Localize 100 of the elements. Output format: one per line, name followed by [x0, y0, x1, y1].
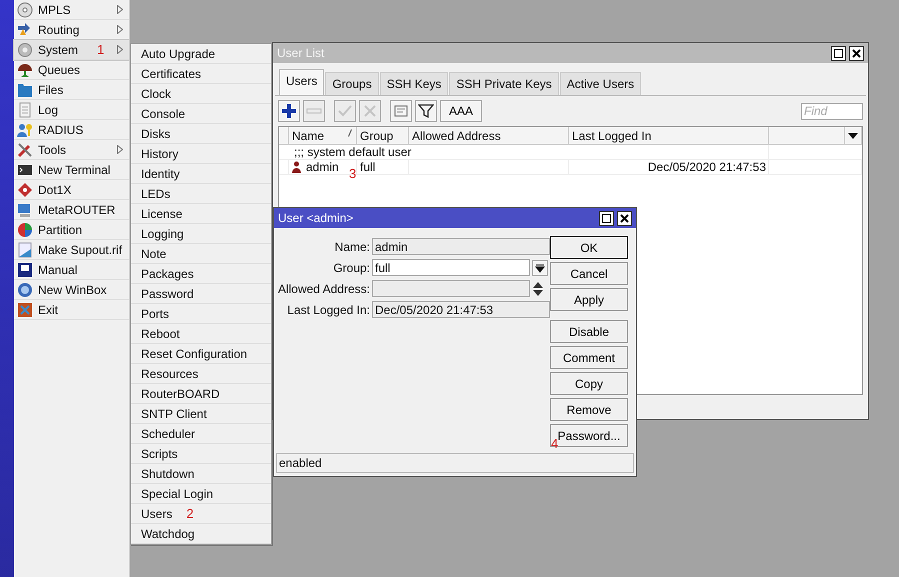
dropdown-button[interactable]: [532, 260, 548, 276]
tab[interactable]: SSH Keys: [380, 72, 448, 95]
menu-label: RADIUS: [38, 122, 84, 136]
user-icon: [292, 161, 301, 173]
field-label: Allowed Address:: [276, 280, 370, 297]
submenu-item[interactable]: Logging: [131, 224, 271, 244]
tab[interactable]: Active Users: [560, 72, 642, 95]
column-header[interactable]: Last Logged In: [569, 127, 769, 144]
submenu-item[interactable]: Watchdog: [131, 524, 271, 544]
submenu-item[interactable]: Reset Configuration: [131, 344, 271, 364]
submenu-item[interactable]: Special Login: [131, 484, 271, 504]
filter-button[interactable]: [415, 100, 437, 122]
menu-label: Manual: [38, 262, 78, 276]
dialog-button[interactable]: Copy: [550, 372, 628, 395]
submenu-item[interactable]: Console: [131, 104, 271, 124]
field-label: Group:: [332, 260, 370, 276]
submenu-item[interactable]: LEDs: [131, 184, 271, 204]
tab[interactable]: SSH Private Keys: [449, 72, 559, 95]
submenu-item[interactable]: Clock: [131, 84, 271, 104]
dialog-button[interactable]: Apply: [550, 288, 628, 311]
dialog-button[interactable]: Password... 4: [550, 424, 628, 447]
document-icon: [17, 102, 33, 118]
submenu-item[interactable]: Password: [131, 284, 271, 304]
dome-icon: [17, 62, 33, 78]
dialog-button[interactable]: Disable: [550, 320, 628, 343]
check-icon: [337, 103, 353, 119]
cross-icon: [362, 103, 378, 119]
dialog-button[interactable]: Cancel: [550, 262, 628, 285]
tools-icon: [17, 142, 33, 158]
folder-icon: [17, 82, 33, 98]
menu-label: New Terminal: [38, 162, 110, 176]
menu-item[interactable]: Dot1X: [14, 180, 129, 200]
menu-item[interactable]: Queues: [14, 60, 129, 80]
submenu-item[interactable]: Scripts: [131, 444, 271, 464]
menu-item[interactable]: Exit: [14, 300, 129, 320]
menu-item[interactable]: Log: [14, 100, 129, 120]
menu-item[interactable]: New WinBox: [14, 280, 129, 300]
submenu-item[interactable]: History: [131, 144, 271, 164]
submenu-item[interactable]: Ports: [131, 304, 271, 324]
exit-icon: [17, 302, 33, 318]
spinner-icon[interactable]: [532, 280, 544, 296]
menu-item[interactable]: RADIUS: [14, 120, 129, 140]
submenu-item[interactable]: Resources: [131, 364, 271, 384]
menu-item[interactable]: Files: [14, 80, 129, 100]
input-field[interactable]: [372, 280, 530, 297]
submenu-item[interactable]: Auto Upgrade: [131, 44, 271, 64]
search-field[interactable]: Find: [801, 102, 863, 120]
close-button[interactable]: [617, 210, 632, 226]
menu-label: Dot1X: [38, 182, 72, 196]
disc-icon: [17, 2, 33, 18]
input-field[interactable]: full: [372, 259, 530, 276]
submenu-item[interactable]: License: [131, 204, 271, 224]
menu-item[interactable]: System 1: [14, 40, 129, 60]
menu-label: Log: [38, 102, 58, 116]
monitor-icon: [17, 202, 33, 218]
note-icon: [393, 103, 409, 119]
submenu-item[interactable]: Users 2: [131, 504, 271, 524]
comment-button[interactable]: [390, 100, 412, 122]
table-cell: admin: [306, 160, 339, 174]
submenu-item[interactable]: RouterBOARD: [131, 384, 271, 404]
menu-item[interactable]: Tools: [14, 140, 129, 160]
field-label: Last Logged In:: [286, 302, 370, 318]
menu-label: Files: [38, 82, 64, 96]
submenu-item[interactable]: Identity: [131, 164, 271, 184]
aaa-button[interactable]: AAA: [440, 100, 482, 122]
submenu-item[interactable]: Shutdown: [131, 464, 271, 484]
menu-item[interactable]: Manual: [14, 260, 129, 280]
arrows-icon: [17, 22, 33, 38]
users-icon: [17, 122, 33, 138]
menu-item[interactable]: Make Supout.rif: [14, 240, 129, 260]
input-field[interactable]: Dec/05/2020 21:47:53: [372, 301, 550, 318]
tab[interactable]: Groups: [325, 72, 379, 95]
submenu-item[interactable]: Disks: [131, 124, 271, 144]
field-label: Name:: [334, 238, 370, 255]
menu-label: Exit: [38, 302, 58, 316]
menu-label: Queues: [38, 62, 80, 76]
dropdown-arrow-icon[interactable]: [848, 132, 858, 138]
input-field[interactable]: admin: [372, 238, 550, 255]
sort-icon: [348, 129, 352, 137]
column-header[interactable]: Name: [289, 127, 357, 144]
menu-item[interactable]: New Terminal: [14, 160, 129, 180]
menu-item[interactable]: Partition: [14, 220, 129, 240]
menu-label: Partition: [38, 222, 82, 236]
submenu-item[interactable]: Note: [131, 244, 271, 264]
menu-item[interactable]: MetaROUTER: [14, 200, 129, 220]
submenu-item[interactable]: Scheduler: [131, 424, 271, 444]
add-button[interactable]: [278, 100, 300, 122]
menu-label: MetaROUTER: [38, 202, 116, 216]
column-header[interactable]: Allowed Address: [409, 127, 569, 144]
column-header[interactable]: Group: [357, 127, 409, 144]
dialog-button[interactable]: Remove: [550, 398, 628, 421]
menu-item[interactable]: MPLS: [14, 0, 129, 20]
submenu-item[interactable]: Reboot: [131, 324, 271, 344]
dialog-button[interactable]: Comment: [550, 346, 628, 369]
maximize-button[interactable]: [599, 210, 614, 226]
dialog-button[interactable]: OK: [550, 236, 628, 259]
submenu-item[interactable]: SNTP Client: [131, 404, 271, 424]
submenu-item[interactable]: Packages: [131, 264, 271, 284]
submenu-item[interactable]: Certificates: [131, 64, 271, 84]
tab[interactable]: Users: [279, 69, 324, 95]
